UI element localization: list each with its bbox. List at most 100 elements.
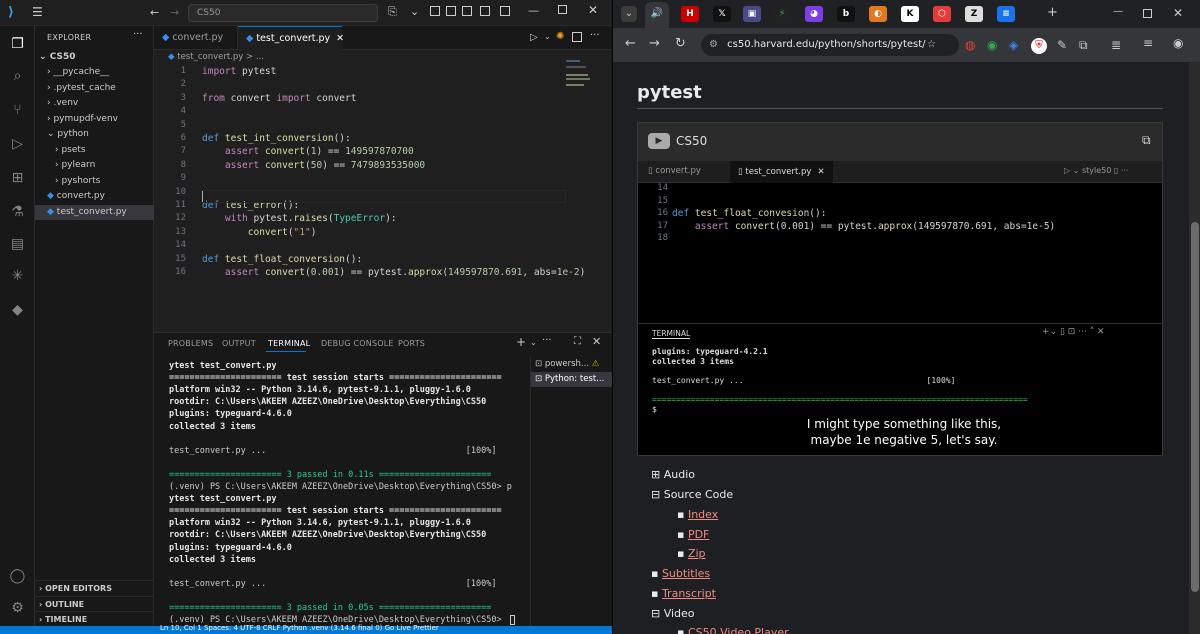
panel-tab[interactable]: TERMINAL: [268, 339, 310, 348]
reload-icon[interactable]: ↻: [675, 36, 686, 51]
panel-tab[interactable]: OUTPUT: [222, 339, 256, 348]
copilot-chat-icon[interactable]: ✳: [8, 266, 27, 285]
tab-b-icon[interactable]: b: [837, 6, 855, 22]
chevron-down-icon[interactable]: ⌄: [530, 338, 537, 347]
maximize-icon[interactable]: [1143, 9, 1152, 18]
close-tab-icon[interactable]: ✕: [336, 33, 344, 44]
tree-item[interactable]: ◆ test_convert.py: [35, 204, 154, 220]
tab-orb-icon[interactable]: ◐: [869, 6, 887, 22]
section-audio[interactable]: ⊞ Audio: [651, 468, 695, 481]
toggle-panel-icon[interactable]: [480, 6, 490, 16]
layout-grid-icon[interactable]: [462, 6, 472, 16]
tree-item[interactable]: › pymupdf-venv: [35, 112, 154, 127]
extensions-icon[interactable]: ⊞: [8, 168, 27, 187]
active-tab-audio-icon[interactable]: 🔊: [645, 2, 669, 28]
timeline-section[interactable]: › TIMELINE: [35, 611, 154, 626]
tree-item[interactable]: › pyshorts: [35, 174, 154, 189]
maximize-icon[interactable]: [558, 5, 567, 14]
back-arrow-icon[interactable]: ←: [625, 36, 636, 51]
python-icon[interactable]: ◆: [8, 300, 27, 319]
site-info-icon[interactable]: ⚙: [709, 39, 718, 50]
link-subtitles[interactable]: Subtitles: [662, 567, 710, 580]
copilot-icon[interactable]: ⎘: [388, 5, 397, 19]
scrollbar-thumb[interactable]: [1191, 222, 1199, 592]
extensions-puzzle-icon[interactable]: ⧉: [1079, 38, 1088, 53]
minimap[interactable]: [566, 58, 596, 88]
terminal-item-powershell[interactable]: ⊡ powersh... ⚠: [535, 357, 611, 371]
code-editor[interactable]: ◆ test_convert.py > ... 1 import pytest 2 3…: [154, 50, 612, 332]
panel-tab[interactable]: PROBLEMS: [168, 339, 213, 348]
minimize-icon[interactable]: —: [528, 4, 539, 17]
reading-list-icon[interactable]: ≣: [1111, 38, 1121, 52]
copilot-edits-icon[interactable]: ✺: [556, 31, 564, 42]
outline-section[interactable]: › OUTLINE: [35, 596, 154, 611]
video-embed[interactable]: ▶ CS50 ⧉ ▯ convert.py ▯ test_convert.py ✕…: [637, 122, 1163, 456]
open-editors-section[interactable]: › OPEN EDITORS: [35, 580, 154, 595]
section-source-code[interactable]: ⊟ Source Code: [651, 488, 733, 501]
address-bar[interactable]: ⚙ cs50.harvard.edu/python/shorts/pytest/…: [701, 34, 959, 56]
run-file-icon[interactable]: ▷: [530, 32, 538, 43]
panel-tab[interactable]: PORTS: [398, 339, 425, 348]
toggle-secondary-icon[interactable]: [500, 6, 510, 16]
remote-explorer-icon[interactable]: ▤: [8, 234, 27, 253]
account-icon[interactable]: ◯: [8, 566, 27, 585]
link-video-player[interactable]: CS50 Video Player: [688, 626, 789, 634]
extension-green-icon[interactable]: ◉: [987, 38, 997, 52]
bookmark-star-icon[interactable]: ☆: [927, 34, 936, 56]
link-zip[interactable]: Zip: [688, 547, 706, 560]
minimize-icon[interactable]: —: [1113, 6, 1123, 17]
new-tab-icon[interactable]: +: [1047, 5, 1058, 20]
more-actions-icon[interactable]: ···: [542, 335, 552, 346]
extension-pen-icon[interactable]: ✎: [1057, 38, 1067, 52]
open-external-icon[interactable]: ⧉: [1142, 133, 1151, 148]
more-actions-icon[interactable]: ···: [590, 30, 600, 41]
source-control-icon[interactable]: ⑂: [8, 100, 27, 119]
tree-item[interactable]: › psets: [35, 143, 154, 158]
settings-gear-icon[interactable]: ⚙: [8, 598, 27, 617]
tab-search-icon[interactable]: ⌄: [621, 6, 637, 22]
tab-k-icon[interactable]: K: [901, 6, 919, 22]
close-panel-icon[interactable]: ✕: [592, 335, 601, 348]
terminal-output[interactable]: ytest test_convert.py ===================…: [154, 357, 528, 627]
search-icon[interactable]: ⌕: [8, 66, 27, 85]
forward-arrow-icon[interactable]: →: [649, 36, 660, 51]
tree-item[interactable]: › .venv: [35, 96, 154, 111]
tree-item[interactable]: ◆ convert.py: [35, 189, 154, 204]
tab-hex-icon[interactable]: ⬡: [933, 6, 951, 22]
tab-test-convert[interactable]: ◆ test_convert.py ✕: [238, 26, 344, 50]
chevron-down-icon[interactable]: ⌄: [410, 5, 419, 18]
tab-z-icon[interactable]: Z: [965, 6, 983, 22]
close-icon[interactable]: ✕: [588, 3, 598, 17]
chevron-down-icon[interactable]: ⌄: [544, 32, 551, 41]
chrome-icon[interactable]: ◍: [965, 38, 975, 52]
more-actions-icon[interactable]: ···: [133, 29, 143, 40]
tree-item[interactable]: › __pycache__: [35, 65, 154, 80]
tree-item[interactable]: ⌄ python: [35, 127, 154, 142]
layout-panel-icon[interactable]: [430, 6, 440, 16]
tab-image-icon[interactable]: ▣: [743, 6, 761, 22]
close-icon[interactable]: ✕: [1173, 6, 1183, 20]
tab-harvard-icon[interactable]: H: [681, 6, 699, 22]
section-video[interactable]: ⊟ Video: [651, 607, 695, 620]
link-index[interactable]: Index: [688, 508, 718, 521]
tree-item[interactable]: › .pytest_cache: [35, 81, 154, 96]
link-transcript[interactable]: Transcript: [662, 587, 716, 600]
tab-doc-icon[interactable]: ≡: [997, 6, 1015, 22]
page-scrollbar[interactable]: [1189, 62, 1200, 634]
panel-tab[interactable]: DEBUG CONSOLE: [321, 339, 394, 348]
explorer-icon[interactable]: ❐: [8, 34, 27, 53]
forward-arrow-icon[interactable]: →: [170, 6, 179, 19]
status-text[interactable]: Ln 10, Col 1 Spaces: 4 UTF-8 CRLF Python…: [160, 624, 600, 634]
extension-blue-icon[interactable]: ◈: [1009, 38, 1018, 52]
command-center-search[interactable]: CS50: [188, 4, 378, 22]
run-debug-icon[interactable]: ▷: [8, 134, 27, 153]
tab-app-icon[interactable]: ◕: [805, 6, 823, 22]
tab-bolt-icon[interactable]: ⚡: [773, 6, 791, 22]
split-editor-icon[interactable]: [572, 32, 582, 42]
layout-sidebar-icon[interactable]: [446, 6, 456, 16]
tab-convert[interactable]: ◆ convert.py: [154, 26, 238, 50]
tab-x-icon[interactable]: 𝕏: [713, 6, 731, 22]
new-terminal-icon[interactable]: +: [516, 335, 526, 349]
testing-icon[interactable]: ⚗: [8, 202, 27, 221]
tree-item[interactable]: › pylearn: [35, 158, 154, 173]
